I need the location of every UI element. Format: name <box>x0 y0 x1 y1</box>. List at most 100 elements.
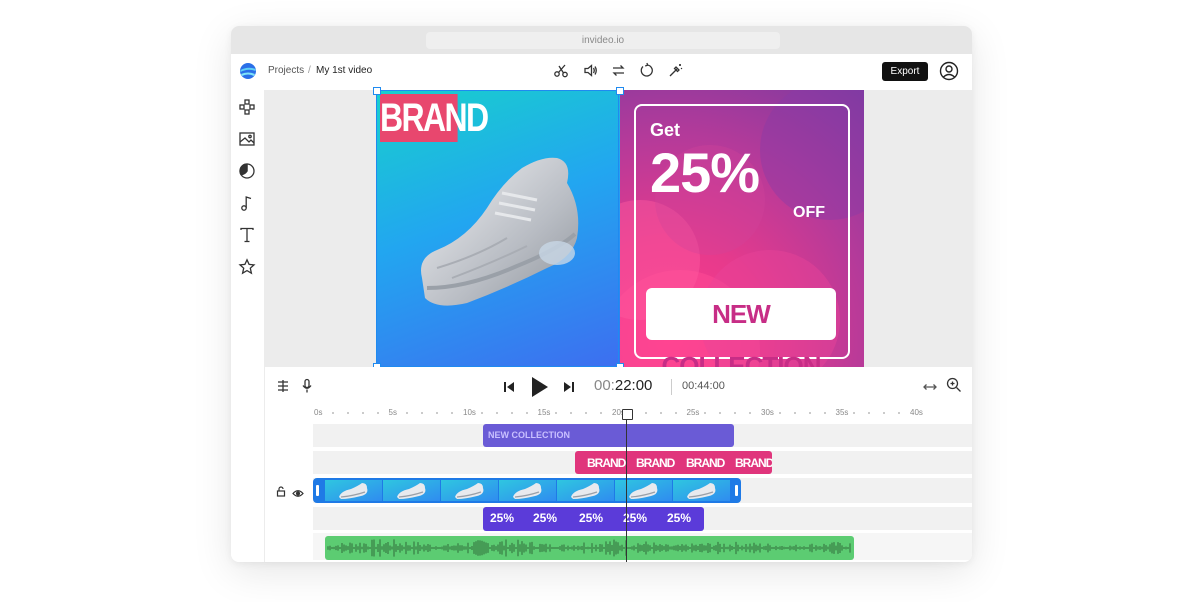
ruler-tick <box>555 412 558 414</box>
total-time: 00:44:00 <box>682 380 725 392</box>
magic-wand-icon[interactable] <box>667 62 684 79</box>
swap-icon[interactable] <box>610 62 627 79</box>
lock-icon[interactable] <box>276 484 286 502</box>
video-thumbnail <box>325 480 382 501</box>
scene-promo[interactable]: Get 25% OFF NEW COLLECTION <box>620 90 864 367</box>
brand-logo-text[interactable]: BRAND <box>380 94 489 142</box>
skip-back-icon[interactable] <box>502 380 516 399</box>
music-icon[interactable] <box>238 194 256 212</box>
account-icon[interactable] <box>939 61 959 81</box>
ruler-label: 10s <box>463 408 476 417</box>
color-icon[interactable] <box>238 162 256 180</box>
preview-stage: BRAND Get 25% OFF NEW COLLECTION <box>265 87 972 371</box>
track-brand: BRAND BRAND BRAND BRAND <box>313 451 972 474</box>
promo-off-text[interactable]: OFF <box>793 204 825 222</box>
star-icon[interactable] <box>238 258 256 276</box>
sneaker-image[interactable] <box>407 138 597 318</box>
ruler-tick <box>376 412 379 414</box>
video-thumbnail <box>557 480 614 501</box>
ruler-tick <box>480 412 483 414</box>
ruler-tick <box>525 412 528 414</box>
microphone-icon[interactable] <box>300 378 314 399</box>
timeline-ruler[interactable]: 0s 5s 10s 15s 20s 25s 30s 35s 40s <box>265 407 972 421</box>
ruler-tick <box>704 412 707 414</box>
media-icon[interactable] <box>238 130 256 148</box>
ruler-label: 0s <box>314 408 323 417</box>
ruler-tick <box>436 412 439 414</box>
video-thumbnails <box>325 480 730 501</box>
percent-chip: 25% <box>490 511 515 525</box>
ruler-tick <box>868 412 871 414</box>
ruler-tick <box>734 412 737 414</box>
browser-bar: invideo.io <box>231 26 972 54</box>
split-icon[interactable] <box>276 379 290 398</box>
percent-chip: 25% <box>667 511 692 525</box>
ruler-tick <box>749 412 752 414</box>
skip-forward-icon[interactable] <box>562 380 576 399</box>
audio-waveform <box>327 539 851 557</box>
ruler-tick <box>585 412 588 414</box>
ruler-tick <box>808 412 811 414</box>
percent-clip[interactable]: 25% 25% 25% 25% 25% <box>483 507 704 531</box>
text-icon[interactable] <box>238 226 256 244</box>
play-icon[interactable] <box>528 375 550 404</box>
video-thumbnail <box>383 480 440 501</box>
track-video <box>276 478 972 503</box>
rotate-icon[interactable] <box>638 62 655 79</box>
invideo-logo-icon[interactable] <box>239 62 257 80</box>
current-time-value: 22:00 <box>614 377 653 394</box>
ruler-tick <box>331 412 334 414</box>
ruler-label: 35s <box>835 408 849 417</box>
ruler-tick <box>823 412 826 414</box>
brand-chip: BRAND <box>636 456 675 470</box>
project-title[interactable]: My 1st video <box>316 65 372 76</box>
ruler-label: 40s <box>910 408 923 417</box>
export-button[interactable]: Export <box>882 62 928 81</box>
track-percent: 25% 25% 25% 25% 25% <box>313 507 972 531</box>
zoom-in-icon[interactable] <box>946 377 962 398</box>
percent-chip: 25% <box>579 511 604 525</box>
breadcrumb-projects[interactable]: Projects <box>268 65 304 76</box>
timeline: 0s 5s 10s 15s 20s 25s 30s 35s 40s NEW COLLECTION… <box>265 407 972 562</box>
video-thumbnail <box>441 480 498 501</box>
scissors-icon[interactable] <box>553 62 570 79</box>
brand-chip: BRAND <box>686 456 725 470</box>
ruler-tick <box>719 412 722 414</box>
eye-icon[interactable] <box>292 485 304 503</box>
ruler-label: 15s <box>537 408 551 417</box>
ruler-tick <box>793 412 796 414</box>
ruler-tick <box>346 412 349 414</box>
promo-percent-text[interactable]: 25% <box>650 140 760 205</box>
promo-get-text[interactable]: Get <box>650 120 680 141</box>
scene-product[interactable]: BRAND <box>377 90 620 367</box>
video-thumbnail <box>673 480 730 501</box>
trim-handle-right[interactable] <box>735 485 738 496</box>
new-collection-badge[interactable]: NEW COLLECTION <box>646 288 836 367</box>
url-field[interactable]: invideo.io <box>426 32 780 49</box>
resize-handle-tl[interactable] <box>373 87 381 95</box>
playhead-handle[interactable] <box>622 409 633 420</box>
audio-clip[interactable] <box>325 536 854 560</box>
percent-chip: 25% <box>533 511 558 525</box>
brand-clip[interactable]: BRAND BRAND BRAND BRAND <box>575 451 772 474</box>
resize-handle-tr[interactable] <box>616 87 624 95</box>
breadcrumb-separator: / <box>308 65 311 76</box>
ruler-label: 25s <box>686 408 700 417</box>
ruler-tick <box>898 412 901 414</box>
ruler-tick <box>778 412 781 414</box>
elements-icon[interactable] <box>238 98 256 116</box>
video-clip[interactable] <box>313 478 741 503</box>
ruler-tick <box>570 412 573 414</box>
trim-handle-left[interactable] <box>316 485 319 496</box>
video-thumbnail <box>499 480 556 501</box>
app-header: Projects / My 1st video Export <box>231 54 972 90</box>
current-time: 00:22:00 <box>594 377 652 394</box>
ruler-label: 5s <box>388 408 397 417</box>
volume-icon[interactable] <box>582 62 599 79</box>
ruler-tick <box>883 412 886 414</box>
playhead[interactable] <box>626 410 627 562</box>
ruler-tick <box>361 412 364 414</box>
text-clip[interactable]: NEW COLLECTION <box>483 424 734 447</box>
fit-width-icon[interactable] <box>922 380 938 398</box>
ruler-tick <box>406 412 409 414</box>
